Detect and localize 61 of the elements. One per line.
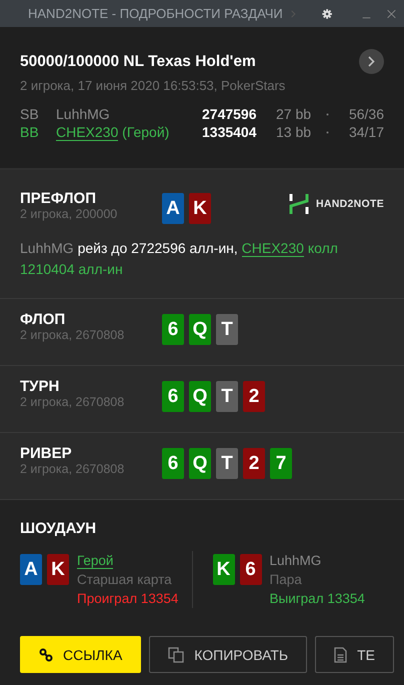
stack-bb: 27 bb <box>276 106 312 122</box>
street-name: ФЛОП <box>20 311 66 328</box>
logo-text: HAND2NOTE <box>316 198 384 210</box>
playing-card: 6 <box>240 554 262 585</box>
street-info: 2 игрока, 2670808 <box>20 328 126 342</box>
document-icon <box>334 646 348 662</box>
street-name: ПРЕФЛОП <box>20 190 97 207</box>
playing-card: 7 <box>270 448 292 479</box>
dot-separator-icon <box>326 130 329 134</box>
hero-label: (Герой) <box>122 124 170 140</box>
player-name: LuhhMG <box>56 106 111 122</box>
player-stats: 34/17 <box>348 124 384 140</box>
chevron-right-icon <box>368 56 375 67</box>
stack-amount: 2747596 <box>202 106 258 122</box>
playing-card: T <box>216 381 238 412</box>
link-button[interactable]: ССЫЛКА <box>20 636 142 673</box>
playing-card: T <box>216 314 238 345</box>
hand-combo: Пара <box>270 571 303 589</box>
game-title: 50000/100000 NL Texas Hold'em <box>20 52 256 70</box>
playing-card: K <box>189 193 211 224</box>
playing-card: 6 <box>162 381 184 412</box>
playing-card: A <box>162 193 184 224</box>
next-hand-button[interactable] <box>359 49 384 74</box>
hand-subtitle: 2 игрока, 17 июня 2020 16:53:53, PokerStars <box>20 78 286 93</box>
playing-card: 6 <box>162 314 184 345</box>
action-text: LuhhMG рейз до 2722596 алл-ин, CHEX230 колл 1210404 алл-ин <box>20 239 339 279</box>
player-stats: 56/36 <box>348 106 384 122</box>
chain-link-icon <box>39 648 53 662</box>
stack-bb: 13 bb <box>276 124 312 140</box>
playing-card: 6 <box>162 448 184 479</box>
showdown-title: ШОУДАУН <box>20 520 98 537</box>
playing-card: K <box>47 554 69 585</box>
position-label: BB <box>20 124 40 140</box>
playing-card: Q <box>189 381 211 412</box>
playing-card: 2 <box>243 448 265 479</box>
text-button[interactable]: ТЕ <box>315 636 394 673</box>
player-link[interactable]: CHEX230 <box>56 124 118 141</box>
hand-result: Выиграл 13354 <box>270 590 365 608</box>
player-name: LuhhMG <box>270 552 322 570</box>
player-link[interactable]: Герой <box>77 553 114 569</box>
hand-combo: Старшая карта <box>77 571 173 589</box>
position-label: SB <box>20 106 40 122</box>
playing-card: K <box>212 554 234 585</box>
street-info: 2 игрока, 200000 <box>20 207 118 221</box>
playing-card: T <box>216 448 238 479</box>
hand-result: Проиграл 13354 <box>77 590 178 608</box>
logo-icon <box>288 193 310 215</box>
copy-button[interactable]: КОПИРОВАТЬ <box>149 636 308 673</box>
street-info: 2 игрока, 2670808 <box>20 462 126 476</box>
playing-card: 2 <box>243 381 265 412</box>
street-name: ТУРН <box>20 378 60 395</box>
playing-card: Q <box>189 314 211 345</box>
street-name: РИВЕР <box>20 445 73 462</box>
player-link[interactable]: CHEX230 <box>242 240 304 257</box>
playing-card: Q <box>189 448 211 479</box>
copy-icon <box>168 646 184 662</box>
playing-card: A <box>20 554 42 585</box>
window-title: HAND2NOTE - ПОДРОБНОСТИ РАЗДАЧИ <box>28 6 283 21</box>
stack-amount: 1335404 <box>202 124 258 140</box>
street-info: 2 игрока, 2670808 <box>20 395 126 409</box>
dot-separator-icon <box>326 112 329 116</box>
